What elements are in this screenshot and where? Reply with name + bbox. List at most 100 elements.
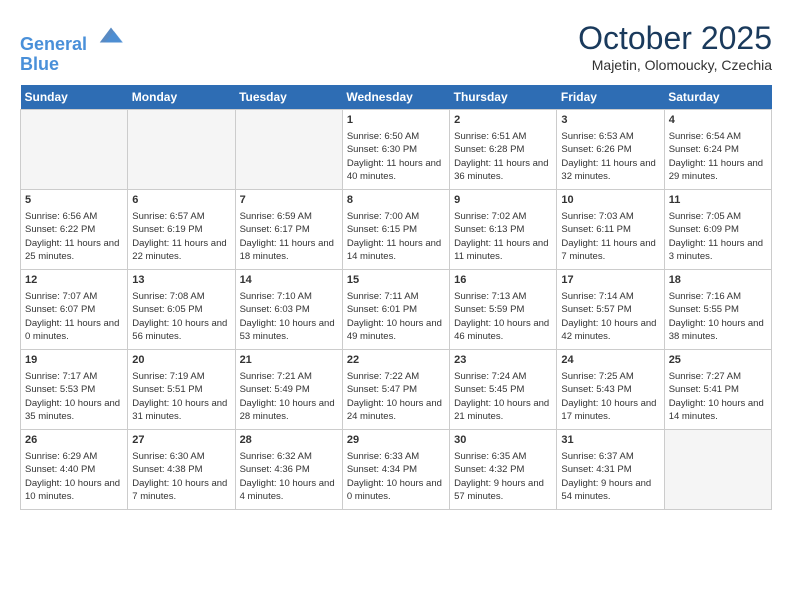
calendar-cell: 20 Sunrise: 7:19 AM Sunset: 5:51 PM Dayli…	[128, 349, 235, 429]
day-number: 31	[561, 433, 659, 448]
calendar-cell: 17Sunrise: 7:14 AM Sunset: 5:57 PM Dayli…	[557, 269, 664, 349]
day-info: Sunrise: 7:24 AM Sunset: 5:45 PM Dayligh…	[454, 370, 552, 423]
calendar-cell: 27 Sunrise: 6:30 AM Sunset: 4:38 PM Dayli…	[128, 429, 235, 509]
calendar-cell	[664, 429, 771, 509]
calendar-cell: 31 Sunrise: 6:37 AM Sunset: 4:31 PM Dayli…	[557, 429, 664, 509]
day-number: 9	[454, 193, 552, 208]
day-number: 28	[240, 433, 338, 448]
week-row-5: 26 Sunrise: 6:29 AM Sunset: 4:40 PM Dayli…	[21, 429, 772, 509]
logo-icon	[96, 20, 126, 50]
day-info: Sunrise: 6:32 AM Sunset: 4:36 PM Dayligh…	[240, 450, 338, 503]
calendar-cell: 24 Sunrise: 7:25 AM Sunset: 5:43 PM Dayli…	[557, 349, 664, 429]
day-info: Sunrise: 7:02 AM Sunset: 6:13 PM Dayligh…	[454, 210, 552, 263]
logo-blue: Blue	[20, 54, 59, 74]
day-number: 8	[347, 193, 445, 208]
calendar-cell: 1Sunrise: 6:50 AM Sunset: 6:30 PM Daylig…	[342, 109, 449, 189]
logo: General Blue	[20, 20, 126, 75]
week-row-1: 1Sunrise: 6:50 AM Sunset: 6:30 PM Daylig…	[21, 109, 772, 189]
calendar-cell: 15Sunrise: 7:11 AM Sunset: 6:01 PM Dayli…	[342, 269, 449, 349]
day-info: Sunrise: 7:17 AM Sunset: 5:53 PM Dayligh…	[25, 370, 123, 423]
day-number: 4	[669, 113, 767, 128]
day-info: Sunrise: 6:54 AM Sunset: 6:24 PM Dayligh…	[669, 130, 767, 183]
calendar-cell: 26 Sunrise: 6:29 AM Sunset: 4:40 PM Dayli…	[21, 429, 128, 509]
day-number: 23	[454, 353, 552, 368]
day-number: 15	[347, 273, 445, 288]
day-info: Sunrise: 6:53 AM Sunset: 6:26 PM Dayligh…	[561, 130, 659, 183]
day-info: Sunrise: 6:35 AM Sunset: 4:32 PM Dayligh…	[454, 450, 552, 503]
day-info: Sunrise: 6:56 AM Sunset: 6:22 PM Dayligh…	[25, 210, 123, 263]
weekday-header-friday: Friday	[557, 85, 664, 110]
day-info: Sunrise: 6:37 AM Sunset: 4:31 PM Dayligh…	[561, 450, 659, 503]
calendar-cell: 6 Sunrise: 6:57 AM Sunset: 6:19 PM Daylig…	[128, 189, 235, 269]
week-row-4: 19 Sunrise: 7:17 AM Sunset: 5:53 PM Dayli…	[21, 349, 772, 429]
day-number: 22	[347, 353, 445, 368]
calendar-cell: 28 Sunrise: 6:32 AM Sunset: 4:36 PM Dayli…	[235, 429, 342, 509]
day-info: Sunrise: 6:59 AM Sunset: 6:17 PM Dayligh…	[240, 210, 338, 263]
day-info: Sunrise: 7:10 AM Sunset: 6:03 PM Dayligh…	[240, 290, 338, 343]
weekday-header-thursday: Thursday	[450, 85, 557, 110]
day-info: Sunrise: 7:27 AM Sunset: 5:41 PM Dayligh…	[669, 370, 767, 423]
page-header: General Blue October 2025 Majetin, Olomo…	[20, 20, 772, 75]
calendar-cell: 23 Sunrise: 7:24 AM Sunset: 5:45 PM Dayli…	[450, 349, 557, 429]
day-info: Sunrise: 6:29 AM Sunset: 4:40 PM Dayligh…	[25, 450, 123, 503]
day-number: 7	[240, 193, 338, 208]
week-row-2: 5 Sunrise: 6:56 AM Sunset: 6:22 PM Daylig…	[21, 189, 772, 269]
calendar-cell: 22 Sunrise: 7:22 AM Sunset: 5:47 PM Dayli…	[342, 349, 449, 429]
calendar-cell: 3Sunrise: 6:53 AM Sunset: 6:26 PM Daylig…	[557, 109, 664, 189]
day-number: 25	[669, 353, 767, 368]
calendar-cell: 13 Sunrise: 7:08 AM Sunset: 6:05 PM Dayli…	[128, 269, 235, 349]
day-info: Sunrise: 7:08 AM Sunset: 6:05 PM Dayligh…	[132, 290, 230, 343]
day-number: 20	[132, 353, 230, 368]
day-info: Sunrise: 7:07 AM Sunset: 6:07 PM Dayligh…	[25, 290, 123, 343]
day-number: 14	[240, 273, 338, 288]
day-number: 21	[240, 353, 338, 368]
day-number: 30	[454, 433, 552, 448]
day-info: Sunrise: 6:33 AM Sunset: 4:34 PM Dayligh…	[347, 450, 445, 503]
month-title: October 2025	[578, 20, 772, 57]
calendar-cell: 29 Sunrise: 6:33 AM Sunset: 4:34 PM Dayli…	[342, 429, 449, 509]
calendar-cell: 8 Sunrise: 7:00 AM Sunset: 6:15 PM Daylig…	[342, 189, 449, 269]
day-number: 5	[25, 193, 123, 208]
calendar-cell	[235, 109, 342, 189]
day-info: Sunrise: 7:13 AM Sunset: 5:59 PM Dayligh…	[454, 290, 552, 343]
calendar-cell: 12 Sunrise: 7:07 AM Sunset: 6:07 PM Dayli…	[21, 269, 128, 349]
day-number: 6	[132, 193, 230, 208]
day-info: Sunrise: 7:19 AM Sunset: 5:51 PM Dayligh…	[132, 370, 230, 423]
calendar-cell: 14 Sunrise: 7:10 AM Sunset: 6:03 PM Dayli…	[235, 269, 342, 349]
calendar-cell: 10Sunrise: 7:03 AM Sunset: 6:11 PM Dayli…	[557, 189, 664, 269]
calendar-cell	[21, 109, 128, 189]
weekday-header-wednesday: Wednesday	[342, 85, 449, 110]
day-info: Sunrise: 7:00 AM Sunset: 6:15 PM Dayligh…	[347, 210, 445, 263]
calendar-cell: 9 Sunrise: 7:02 AM Sunset: 6:13 PM Daylig…	[450, 189, 557, 269]
day-number: 13	[132, 273, 230, 288]
day-info: Sunrise: 7:22 AM Sunset: 5:47 PM Dayligh…	[347, 370, 445, 423]
calendar-cell: 21 Sunrise: 7:21 AM Sunset: 5:49 PM Dayli…	[235, 349, 342, 429]
day-number: 12	[25, 273, 123, 288]
weekday-header-row: SundayMondayTuesdayWednesdayThursdayFrid…	[21, 85, 772, 110]
calendar-cell: 25 Sunrise: 7:27 AM Sunset: 5:41 PM Dayli…	[664, 349, 771, 429]
day-info: Sunrise: 6:57 AM Sunset: 6:19 PM Dayligh…	[132, 210, 230, 263]
day-number: 18	[669, 273, 767, 288]
day-number: 29	[347, 433, 445, 448]
calendar-cell: 16 Sunrise: 7:13 AM Sunset: 5:59 PM Dayli…	[450, 269, 557, 349]
day-number: 10	[561, 193, 659, 208]
calendar-table: SundayMondayTuesdayWednesdayThursdayFrid…	[20, 85, 772, 510]
day-info: Sunrise: 7:25 AM Sunset: 5:43 PM Dayligh…	[561, 370, 659, 423]
day-info: Sunrise: 6:30 AM Sunset: 4:38 PM Dayligh…	[132, 450, 230, 503]
day-info: Sunrise: 6:51 AM Sunset: 6:28 PM Dayligh…	[454, 130, 552, 183]
weekday-header-tuesday: Tuesday	[235, 85, 342, 110]
day-info: Sunrise: 7:16 AM Sunset: 5:55 PM Dayligh…	[669, 290, 767, 343]
day-number: 24	[561, 353, 659, 368]
weekday-header-saturday: Saturday	[664, 85, 771, 110]
calendar-cell: 7 Sunrise: 6:59 AM Sunset: 6:17 PM Daylig…	[235, 189, 342, 269]
day-number: 27	[132, 433, 230, 448]
day-info: Sunrise: 6:50 AM Sunset: 6:30 PM Dayligh…	[347, 130, 445, 183]
day-info: Sunrise: 7:21 AM Sunset: 5:49 PM Dayligh…	[240, 370, 338, 423]
calendar-cell: 2Sunrise: 6:51 AM Sunset: 6:28 PM Daylig…	[450, 109, 557, 189]
day-number: 26	[25, 433, 123, 448]
day-number: 19	[25, 353, 123, 368]
day-info: Sunrise: 7:05 AM Sunset: 6:09 PM Dayligh…	[669, 210, 767, 263]
day-number: 16	[454, 273, 552, 288]
calendar-cell: 30 Sunrise: 6:35 AM Sunset: 4:32 PM Dayli…	[450, 429, 557, 509]
week-row-3: 12 Sunrise: 7:07 AM Sunset: 6:07 PM Dayli…	[21, 269, 772, 349]
